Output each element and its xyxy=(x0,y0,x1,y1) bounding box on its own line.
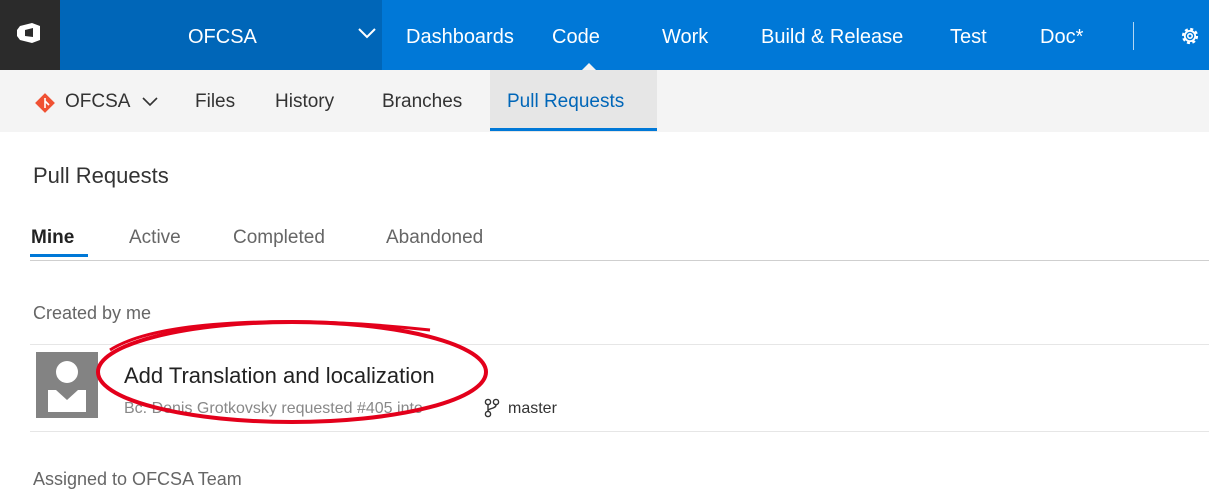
tab-active[interactable]: Active xyxy=(129,227,181,249)
section-heading-created-by-me: Created by me xyxy=(33,303,152,323)
active-tab-underline xyxy=(30,254,88,257)
vsts-logo-icon xyxy=(17,23,40,43)
sub-tab-branches[interactable]: Branches xyxy=(382,91,462,113)
nav-dashboards[interactable]: Dashboards xyxy=(406,26,514,49)
sub-tab-files[interactable]: Files xyxy=(195,91,235,113)
project-name: OFCSA xyxy=(188,26,257,48)
chevron-down-icon[interactable] xyxy=(142,96,158,107)
sub-tab-history[interactable]: History xyxy=(275,91,334,113)
pull-request-title[interactable]: Add Translation and localization xyxy=(124,363,435,389)
sub-selected-underline xyxy=(490,128,657,131)
default-user-avatar-icon xyxy=(48,361,86,412)
tab-mine[interactable]: Mine xyxy=(31,227,74,249)
nav-work[interactable]: Work xyxy=(662,26,708,49)
section-heading-assigned-to-team: Assigned to OFCSA Team xyxy=(33,469,242,489)
pull-request-target-branch: master xyxy=(508,400,557,417)
top-navigation-bar: OFCSA Dashboards Code Work Build & Relea… xyxy=(0,0,1209,71)
row-divider xyxy=(30,431,1209,432)
page-title: Pull Requests xyxy=(33,163,169,188)
project-selector[interactable]: OFCSA xyxy=(60,0,382,70)
nav-build-release[interactable]: Build & Release xyxy=(761,26,903,49)
sub-tab-pull-requests[interactable]: Pull Requests xyxy=(507,91,624,113)
nav-test[interactable]: Test xyxy=(950,26,987,49)
nav-divider xyxy=(1133,22,1134,50)
gear-icon[interactable] xyxy=(1179,25,1201,47)
pull-request-meta: Bc. Denis Grotkovsky requested #405 into xyxy=(124,400,423,417)
nav-doc[interactable]: Doc* xyxy=(1040,26,1083,49)
product-logo[interactable] xyxy=(0,0,60,70)
tabs-divider xyxy=(30,260,1209,261)
repo-selector[interactable]: OFCSA xyxy=(65,91,130,113)
tab-abandoned[interactable]: Abandoned xyxy=(386,227,483,249)
chevron-down-icon xyxy=(358,28,376,39)
branch-icon xyxy=(484,398,500,418)
row-divider xyxy=(30,344,1209,345)
nav-code[interactable]: Code xyxy=(552,26,600,49)
avatar xyxy=(36,352,98,418)
git-repo-icon xyxy=(35,93,55,113)
tab-completed[interactable]: Completed xyxy=(233,227,325,249)
